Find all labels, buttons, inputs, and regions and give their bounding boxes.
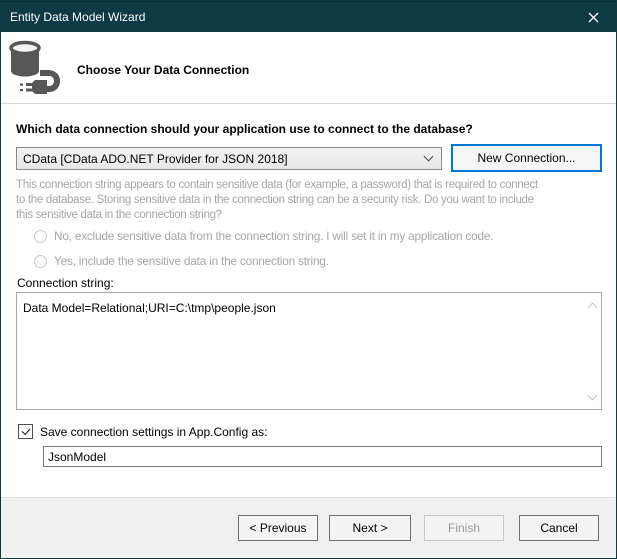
chevron-down-icon bbox=[424, 152, 434, 162]
save-settings-checkbox-row[interactable]: Save connection settings in App.Config a… bbox=[18, 424, 267, 439]
new-connection-button[interactable]: New Connection... bbox=[451, 144, 602, 172]
scroll-up-icon[interactable] bbox=[588, 301, 597, 310]
radio-button-icon bbox=[34, 255, 47, 268]
data-connection-dropdown[interactable]: CData [CData ADO.NET Provider for JSON 2… bbox=[16, 147, 442, 170]
connection-string-textarea[interactable]: Data Model=Relational;URI=C:\tmp\people.… bbox=[16, 292, 602, 410]
previous-button[interactable]: < Previous bbox=[238, 515, 318, 541]
radio-exclude-label: No, exclude sensitive data from the conn… bbox=[54, 229, 493, 243]
close-icon bbox=[588, 12, 599, 23]
titlebar: Entity Data Model Wizard bbox=[1, 1, 616, 32]
close-button[interactable] bbox=[571, 2, 616, 32]
connection-string-label: Connection string: bbox=[17, 276, 114, 290]
model-name-input[interactable] bbox=[43, 446, 602, 467]
connection-string-value: Data Model=Relational;URI=C:\tmp\people.… bbox=[23, 301, 276, 315]
data-connection-dropdown-value: CData [CData ADO.NET Provider for JSON 2… bbox=[23, 152, 425, 166]
radio-button-icon bbox=[34, 230, 47, 243]
wizard-header: Choose Your Data Connection bbox=[1, 32, 616, 104]
notice-line: This connection string appears to contai… bbox=[16, 178, 538, 193]
notice-line: this sensitive data in the connection st… bbox=[16, 208, 538, 223]
radio-include-sensitive: Yes, include the sensitive data in the c… bbox=[34, 254, 329, 268]
notice-line: to the database. Storing sensitive data … bbox=[16, 193, 538, 208]
save-checkbox[interactable] bbox=[18, 424, 33, 439]
database-plug-icon bbox=[7, 38, 67, 98]
sensitive-data-notice: This connection string appears to contai… bbox=[16, 178, 538, 223]
page-title: Choose Your Data Connection bbox=[77, 63, 249, 77]
scroll-down-icon[interactable] bbox=[588, 392, 597, 401]
next-button[interactable]: Next > bbox=[329, 515, 411, 541]
cancel-button[interactable]: Cancel bbox=[519, 515, 599, 541]
finish-button: Finish bbox=[424, 515, 504, 541]
wizard-body: Which data connection should your applic… bbox=[1, 104, 616, 499]
question-label: Which data connection should your applic… bbox=[16, 122, 604, 136]
radio-include-label: Yes, include the sensitive data in the c… bbox=[54, 254, 329, 268]
radio-exclude-sensitive: No, exclude sensitive data from the conn… bbox=[34, 229, 493, 243]
save-checkbox-label: Save connection settings in App.Config a… bbox=[40, 425, 267, 439]
entity-data-model-wizard-window: Entity Data Model Wizard Choose Your Dat… bbox=[0, 0, 617, 559]
wizard-footer: < Previous Next > Finish Cancel bbox=[1, 497, 616, 558]
window-title: Entity Data Model Wizard bbox=[1, 10, 145, 24]
